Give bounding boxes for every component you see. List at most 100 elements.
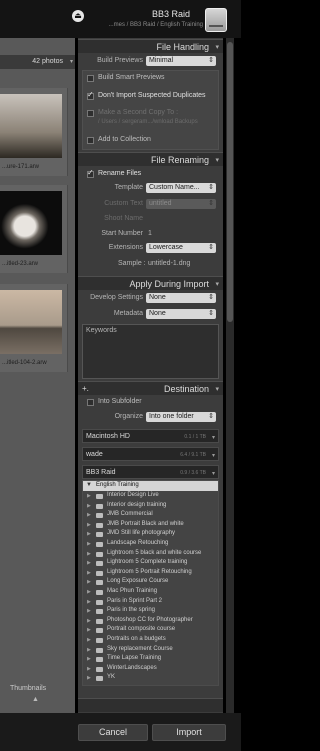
destination-path: ...mes / BB3 Raid / English Training: [108, 22, 203, 28]
expand-triangle-icon[interactable]: ▶: [87, 656, 91, 662]
no-duplicates-checkbox[interactable]: [87, 90, 94, 100]
expand-triangle-icon[interactable]: ▶: [87, 493, 91, 499]
panel-scrollbar[interactable]: [226, 38, 234, 713]
folder-row[interactable]: ▶ JMB Commercial: [83, 511, 218, 520]
folder-row[interactable]: ▶ Portrait composite course: [83, 626, 218, 635]
folder-name: WinterLandscapes: [107, 664, 157, 671]
folder-row[interactable]: ▶ Photoshop CC for Photographer: [83, 617, 218, 626]
folder-name: Mac Phun Training: [107, 588, 158, 594]
folder-row[interactable]: ▶ YK: [83, 674, 218, 683]
add-collection-checkbox[interactable]: [87, 137, 94, 144]
drive-row[interactable]: Macintosh HD 0.1 / 1 TB ▾: [82, 429, 219, 443]
folder-row[interactable]: ▶ Interior Design Live: [83, 492, 218, 501]
second-copy-path[interactable]: / Users / sergeram.../wnload Backups: [98, 119, 198, 125]
folder-row[interactable]: ▶ Landscape Retouching: [83, 540, 218, 549]
develop-settings-select[interactable]: None: [146, 293, 216, 303]
collapse-icon[interactable]: ▾: [215, 43, 219, 51]
photo-thumbnail[interactable]: ...ure-171.arw: [0, 88, 68, 176]
expand-triangle-icon[interactable]: ▶: [87, 627, 91, 633]
thumbnails-label: Thumbnails: [10, 685, 47, 692]
hard-drive-icon[interactable]: [205, 8, 227, 32]
template-select[interactable]: Custom Name...: [146, 183, 216, 193]
expand-icon[interactable]: ▾: [212, 452, 215, 459]
folder-row[interactable]: ▶ Long Exposure Course: [83, 578, 218, 587]
import-settings-panel: File Handling ▾ Build Previews Minimal B…: [78, 38, 223, 713]
drive-row[interactable]: wade 6.4 / 9.1 TB ▾: [82, 447, 219, 461]
expand-triangle-icon[interactable]: ▶: [87, 551, 91, 557]
folder-row[interactable]: ▶ Mac Phun Training: [83, 588, 218, 597]
collapse-icon[interactable]: ▾: [215, 280, 219, 288]
expand-triangle-icon[interactable]: ▶: [87, 647, 91, 653]
folder-name: JMB Commercial: [107, 511, 153, 518]
folder-row-selected[interactable]: ▼ English Training: [83, 481, 218, 491]
rename-files-checkbox[interactable]: [87, 168, 94, 178]
collapse-icon[interactable]: ▾: [215, 385, 219, 393]
expand-triangle-icon[interactable]: ▶: [87, 541, 91, 547]
cancel-button[interactable]: Cancel: [78, 724, 148, 741]
folder-row[interactable]: ▶ WinterLandscapes: [83, 664, 218, 674]
thumbnail-size-slider[interactable]: ▲: [32, 696, 39, 703]
expand-triangle-icon[interactable]: ▶: [87, 512, 91, 518]
import-button[interactable]: Import: [152, 724, 226, 741]
drive-row[interactable]: BB3 Raid 0.9 / 3.6 TB ▾: [82, 465, 219, 479]
expand-triangle-icon[interactable]: ▶: [87, 560, 91, 566]
expand-triangle-icon[interactable]: ▶: [87, 618, 91, 624]
organize-select[interactable]: Into one folder: [146, 412, 216, 422]
second-copy-checkbox[interactable]: [87, 110, 94, 117]
folder-icon: [96, 638, 103, 643]
folder-row[interactable]: ▶ Lightroom 5 black and white course: [83, 550, 218, 559]
file-renaming-header[interactable]: File Renaming ▾: [78, 152, 223, 166]
extensions-select[interactable]: Lowercase: [146, 243, 216, 253]
metadata-select[interactable]: None: [146, 309, 216, 319]
scrollbar-thumb[interactable]: [227, 42, 233, 322]
next-drive-header[interactable]: [78, 698, 223, 712]
expand-triangle-icon[interactable]: ▶: [87, 608, 91, 614]
expand-triangle-icon[interactable]: ▶: [87, 522, 91, 528]
expand-triangle-icon[interactable]: ▶: [87, 589, 91, 595]
apply-during-import-header[interactable]: Apply During Import ▾: [78, 276, 223, 290]
folder-row[interactable]: ▶ JMB Portrait Black and white: [83, 521, 218, 530]
collapse-triangle-icon[interactable]: ▼: [86, 482, 92, 488]
build-previews-select[interactable]: Minimal: [146, 56, 216, 66]
photo-thumbnail[interactable]: ...itled-23.arw: [0, 185, 68, 273]
start-number-value[interactable]: 1: [148, 230, 152, 237]
folder-row[interactable]: ▶ Lightroom 5 Complete training: [83, 559, 218, 568]
expand-triangle-icon[interactable]: ▶: [87, 531, 91, 537]
into-subfolder-checkbox[interactable]: [87, 399, 94, 406]
eject-icon[interactable]: ⏏: [72, 10, 84, 22]
sort-dropdown-icon[interactable]: ▾: [70, 58, 73, 65]
expand-triangle-icon[interactable]: ▶: [87, 599, 91, 605]
expand-triangle-icon[interactable]: ▶: [87, 637, 91, 643]
destination-title[interactable]: BB3 Raid: [152, 9, 190, 19]
expand-triangle-icon[interactable]: ▶: [87, 666, 91, 672]
folder-row[interactable]: ▶ Sky replacement Course: [83, 646, 218, 655]
destination-header[interactable]: +. Destination ▾: [78, 381, 223, 395]
expand-icon[interactable]: ▾: [212, 470, 215, 477]
collapse-icon[interactable]: ▾: [215, 156, 219, 164]
folder-icon: [96, 628, 103, 634]
expand-triangle-icon[interactable]: ▶: [87, 675, 91, 681]
expand-triangle-icon[interactable]: ▶: [87, 579, 91, 585]
folder-row[interactable]: ▶ Lightroom 5 Portrait Retouching: [83, 569, 218, 578]
folder-row[interactable]: ▶ Paris in the spring: [83, 607, 218, 616]
drive-size: 0.1 / 1 TB: [184, 434, 206, 440]
expand-triangle-icon[interactable]: ▶: [87, 570, 91, 576]
keywords-field[interactable]: Keywords: [82, 324, 219, 379]
expand-triangle-icon[interactable]: ▶: [87, 503, 91, 509]
folder-row[interactable]: ▶ JMD Still life photography: [83, 530, 218, 539]
add-folder-icon[interactable]: +.: [82, 384, 89, 393]
folder-row[interactable]: ▶ Portraits on a budgets: [83, 636, 218, 645]
develop-settings-label: Develop Settings: [90, 294, 143, 301]
folder-row[interactable]: ▶ Time Lapse Training: [83, 655, 218, 664]
custom-text-field[interactable]: untitled: [146, 199, 216, 209]
drive-name: Macintosh HD: [86, 433, 130, 440]
file-handling-header[interactable]: File Handling ▾: [78, 39, 223, 53]
expand-icon[interactable]: ▾: [212, 434, 215, 441]
sample-value: untitled-1.dng: [148, 260, 191, 267]
folder-icon: [96, 542, 103, 547]
folder-row[interactable]: ▶ Interior design training: [83, 502, 218, 511]
photo-thumbnail[interactable]: ...itled-104-2.arw: [0, 284, 68, 372]
folder-row[interactable]: ▶ Paris in Sprint Part 2: [83, 598, 218, 607]
add-collection-label: Add to Collection: [98, 136, 151, 143]
smart-previews-checkbox[interactable]: [87, 75, 94, 82]
